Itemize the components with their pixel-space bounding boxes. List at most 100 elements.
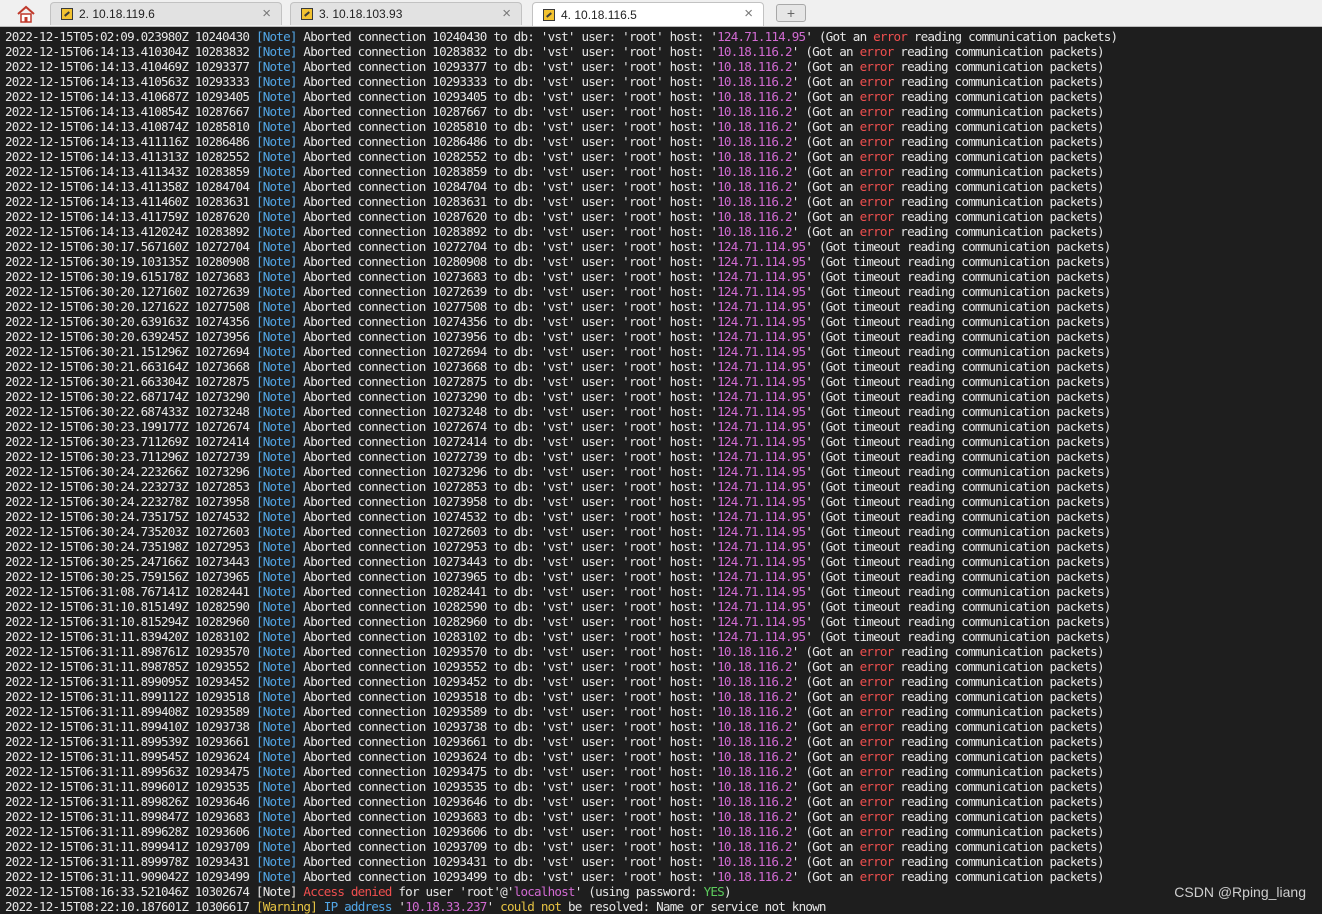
log-host: 10.18.116.2 [717, 674, 792, 689]
log-warning-text: [Warning] [255, 899, 318, 914]
log-error-text: error [859, 44, 895, 59]
log-text: reading communication packets) [893, 794, 1104, 809]
tab-session-3[interactable]: 3. 10.18.103.93 × [290, 2, 522, 25]
log-error-text: error [859, 644, 895, 659]
log-error-text: error [859, 779, 895, 794]
log-text: 2022-12-15T06:30:24.735198Z 10272953 [5, 539, 256, 554]
tab-close-button[interactable]: × [262, 5, 271, 23]
log-text: 2022-12-15T06:30:25.759156Z 10273965 [5, 569, 256, 584]
log-text: 2022-12-15T06:30:22.687174Z 10273290 [5, 389, 256, 404]
log-text: ' (Got an [791, 854, 860, 869]
log-text: 2022-12-15T06:14:13.411116Z 10286486 [5, 134, 256, 149]
log-line: 2022-12-15T06:31:11.899539Z 10293661 [No… [5, 734, 1320, 749]
tab-close-button[interactable]: × [744, 5, 753, 23]
log-level: [Note] [255, 554, 297, 569]
log-level: [Note] [255, 689, 297, 704]
terminal-session-icon [61, 8, 73, 20]
log-host: 10.18.116.2 [717, 824, 792, 839]
log-text: ' (Got timeout reading communication pac… [805, 239, 1111, 254]
log-error-text: error [859, 704, 895, 719]
log-text: Aborted connection 10273290 to db: 'vst'… [296, 389, 718, 404]
terminal-output[interactable]: 2022-12-15T05:02:09.023980Z 10240430 [No… [5, 29, 1320, 914]
log-text: Aborted connection 10283859 to db: 'vst'… [296, 164, 718, 179]
log-host: 124.71.114.95 [717, 614, 806, 629]
log-text: ' (Got an [791, 194, 860, 209]
log-text: 2022-12-15T06:31:11.839420Z 10283102 [5, 629, 256, 644]
log-text: ' (Got an [791, 809, 860, 824]
log-text: Aborted connection 10282960 to db: 'vst'… [296, 614, 718, 629]
log-text: reading communication packets) [893, 89, 1104, 104]
log-line: 2022-12-15T06:30:24.735198Z 10272953 [No… [5, 539, 1320, 554]
log-error-text: error [859, 179, 895, 194]
log-text: Aborted connection 10272875 to db: 'vst'… [296, 374, 718, 389]
log-level: [Note] [255, 674, 297, 689]
log-level: [Note] [255, 614, 297, 629]
log-host: 10.18.116.2 [717, 89, 792, 104]
log-error-text: error [859, 659, 895, 674]
tab-close-button[interactable]: × [502, 5, 511, 23]
log-text: 2022-12-15T06:31:08.767141Z 10282441 [5, 584, 256, 599]
log-text: Aborted connection 10293683 to db: 'vst'… [296, 809, 718, 824]
log-text: ' (Got timeout reading communication pac… [805, 494, 1111, 509]
log-text: Aborted connection 10277508 to db: 'vst'… [296, 299, 718, 314]
log-line: 2022-12-15T05:02:09.023980Z 10240430 [No… [5, 29, 1320, 44]
log-text: Aborted connection 10280908 to db: 'vst'… [296, 254, 718, 269]
log-error-text: error [859, 689, 895, 704]
log-text: Aborted connection 10282552 to db: 'vst'… [296, 149, 718, 164]
log-text: reading communication packets) [893, 59, 1104, 74]
log-line: 2022-12-15T06:30:20.639245Z 10273956 [No… [5, 329, 1320, 344]
log-level: [Note] [255, 29, 297, 44]
log-host: 124.71.114.95 [717, 584, 806, 599]
log-text: 2022-12-15T06:31:10.815149Z 10282590 [5, 599, 256, 614]
log-text: Aborted connection 10273668 to db: 'vst'… [296, 359, 718, 374]
log-text: 2022-12-15T06:30:24.223278Z 10273958 [5, 494, 256, 509]
home-tab[interactable] [6, 2, 46, 25]
log-host: 10.18.116.2 [717, 704, 792, 719]
log-line: 2022-12-15T06:30:17.567160Z 10272704 [No… [5, 239, 1320, 254]
log-text: Aborted connection 10273965 to db: 'vst'… [296, 569, 718, 584]
log-text: 2022-12-15T06:14:13.411313Z 10282552 [5, 149, 256, 164]
log-host: 10.18.116.2 [717, 44, 792, 59]
log-text: reading communication packets) [893, 704, 1104, 719]
tab-session-2[interactable]: 2. 10.18.119.6 × [50, 2, 282, 25]
log-line: 2022-12-15T06:31:11.899095Z 10293452 [No… [5, 674, 1320, 689]
log-error-text: error [859, 194, 895, 209]
log-level: [Note] [255, 374, 297, 389]
log-level: [Note] [255, 719, 297, 734]
log-line: 2022-12-15T06:30:23.711269Z 10272414 [No… [5, 434, 1320, 449]
log-line: 2022-12-15T06:31:11.899978Z 10293431 [No… [5, 854, 1320, 869]
log-text: 2022-12-15T06:30:21.663304Z 10272875 [5, 374, 256, 389]
log-host: 124.71.114.95 [717, 314, 806, 329]
tab-session-4[interactable]: 4. 10.18.116.5 × [532, 2, 764, 26]
log-line: 2022-12-15T06:31:11.899563Z 10293475 [No… [5, 764, 1320, 779]
log-host: 10.18.116.2 [717, 764, 792, 779]
log-text: Aborted connection 10284704 to db: 'vst'… [296, 179, 718, 194]
log-text: Aborted connection 10272639 to db: 'vst'… [296, 284, 718, 299]
log-text: ' (Got timeout reading communication pac… [805, 464, 1111, 479]
log-text: Aborted connection 10286486 to db: 'vst'… [296, 134, 718, 149]
log-host: 10.18.116.2 [717, 644, 792, 659]
log-text: ' (Got an [791, 779, 860, 794]
log-level: [Note] [255, 254, 297, 269]
log-level: [Note] [255, 194, 297, 209]
log-error-text: error [859, 119, 895, 134]
log-level: [Note] [255, 359, 297, 374]
log-text: ' (Got timeout reading communication pac… [805, 614, 1111, 629]
log-text: Aborted connection 10273296 to db: 'vst'… [296, 464, 718, 479]
log-text: 2022-12-15T06:14:13.410563Z 10293333 [5, 74, 256, 89]
log-text: ' (Got an [791, 704, 860, 719]
log-text: ' (Got timeout reading communication pac… [805, 254, 1111, 269]
log-host: 10.18.116.2 [717, 854, 792, 869]
log-level: [Note] [255, 164, 297, 179]
log-text: reading communication packets) [893, 44, 1104, 59]
new-tab-button[interactable]: + [776, 4, 806, 22]
log-host: 124.71.114.95 [717, 569, 806, 584]
log-error-text: error [859, 674, 895, 689]
log-text: Aborted connection 10287667 to db: 'vst'… [296, 104, 718, 119]
log-text: ' (Got timeout reading communication pac… [805, 569, 1111, 584]
log-host: 10.18.116.2 [717, 59, 792, 74]
log-warning-text: could not [500, 899, 562, 914]
log-line: 2022-12-15T06:30:21.663304Z 10272875 [No… [5, 374, 1320, 389]
log-level: [Note] [255, 764, 297, 779]
